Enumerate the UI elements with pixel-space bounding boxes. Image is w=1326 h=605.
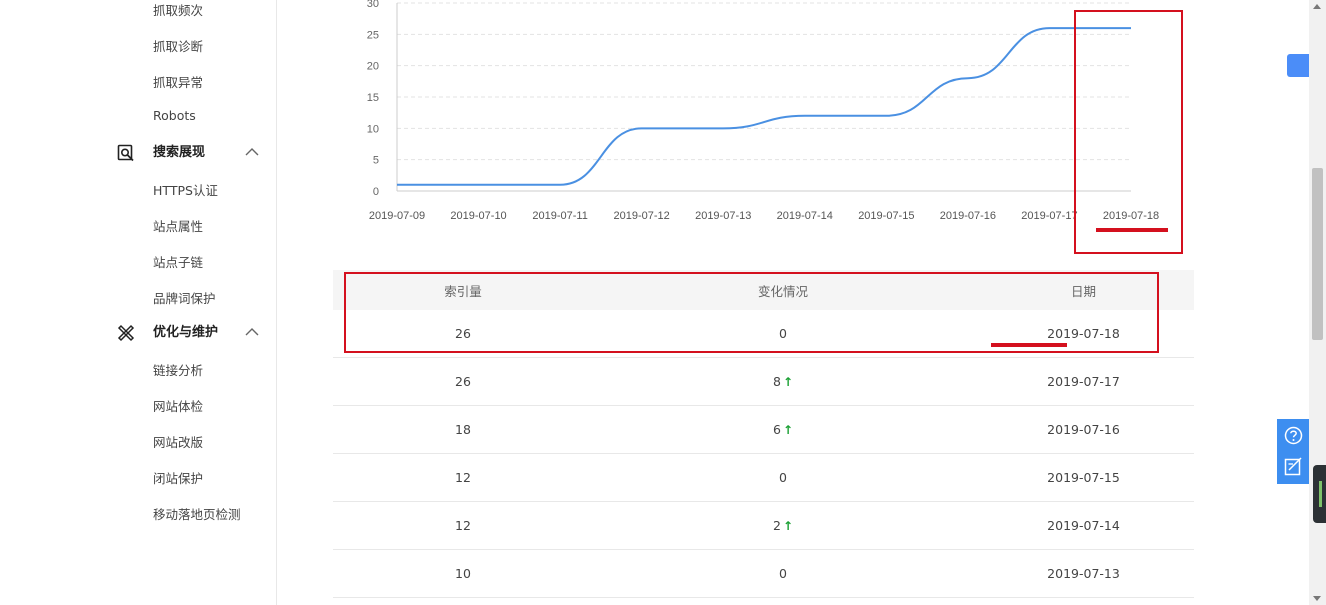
x-tick-label: 2019-07-16 <box>940 210 996 222</box>
cell-change: 2 ↑ <box>772 518 793 533</box>
sidebar-item-robots[interactable]: Robots <box>153 108 196 123</box>
sidebar-group-label: 优化与维护 <box>153 325 219 340</box>
sidebar-item-site-attributes[interactable]: 站点属性 <box>153 216 203 235</box>
sidebar-item-crawl-diagnosis[interactable]: 抓取诊断 <box>153 36 203 55</box>
optimize-tools-icon <box>117 324 135 342</box>
annotation-box-latest-row <box>344 272 1159 353</box>
table-row: 10 0 2019-07-13 <box>333 550 1194 598</box>
table-row: 26 8 ↑ 2019-07-17 <box>333 358 1194 406</box>
cell-date: 2019-07-15 <box>1047 470 1120 485</box>
arrow-up-icon: ↑ <box>782 423 793 437</box>
series-line <box>397 27 1131 186</box>
y-tick-label: 25 <box>367 29 379 41</box>
x-tick-label: 2019-07-09 <box>369 210 425 222</box>
sidebar-item-crawl-frequency[interactable]: 抓取频次 <box>153 0 203 19</box>
annotation-underline-date <box>991 343 1067 347</box>
annotation-box-latest-date <box>1074 10 1183 254</box>
chart-series <box>397 27 1131 186</box>
sidebar-item-crawl-error[interactable]: 抓取异常 <box>153 72 203 91</box>
cell-date: 2019-07-14 <box>1047 518 1120 533</box>
x-tick-label: 2019-07-12 <box>614 210 670 222</box>
sidebar-group-search-display[interactable]: 搜索展现 <box>117 143 262 163</box>
chevron-up-icon[interactable] <box>245 326 259 338</box>
cell-change: 6 ↑ <box>772 422 793 437</box>
x-tick-label: 2019-07-17 <box>1021 210 1077 222</box>
sidebar-group-label: 搜索展现 <box>153 145 206 160</box>
cell-index: 12 <box>455 470 471 485</box>
chevron-up-icon[interactable] <box>245 146 259 158</box>
cell-change: 8 ↑ <box>772 374 793 389</box>
sidebar-item-sitelinks[interactable]: 站点子链 <box>153 252 203 271</box>
help-icon[interactable] <box>1284 426 1303 445</box>
search-display-icon <box>117 144 134 162</box>
sidebar-item-site-checkup[interactable]: 网站体检 <box>153 396 203 415</box>
y-tick-label: 30 <box>367 0 379 10</box>
annotation-underline-chart <box>1096 228 1168 232</box>
cell-change: 0 <box>779 566 787 581</box>
y-tick-label: 15 <box>367 92 379 104</box>
scroll-up-arrow-icon[interactable] <box>1313 4 1321 9</box>
x-tick-label: 2019-07-10 <box>450 210 506 222</box>
arrow-up-icon: ↑ <box>782 375 793 389</box>
index-volume-chart: 051015202530 2019-07-09 2019-07-10 2019-07… <box>367 0 1159 222</box>
cell-index: 10 <box>455 566 471 581</box>
y-axis-ticks: 0 5 10 15 20 25 30 <box>367 0 379 198</box>
table-row: 12 2 ↑ 2019-07-14 <box>333 502 1194 550</box>
sidebar-item-https[interactable]: HTTPS认证 <box>153 180 218 199</box>
sidebar-item-link-analysis[interactable]: 链接分析 <box>153 360 203 379</box>
feedback-icon[interactable] <box>1284 457 1303 476</box>
arrow-up-icon: ↑ <box>782 519 793 533</box>
y-tick-label: 5 <box>373 155 379 167</box>
cell-index: 12 <box>455 518 471 533</box>
side-gadget[interactable] <box>1313 465 1326 523</box>
scroll-down-arrow-icon[interactable] <box>1313 596 1321 601</box>
cell-date: 2019-07-13 <box>1047 566 1120 581</box>
sidebar-item-brand-protection[interactable]: 品牌词保护 <box>153 288 216 307</box>
sidebar-group-optimize[interactable]: 优化与维护 <box>117 323 262 343</box>
table-row: 18 6 ↑ 2019-07-16 <box>333 406 1194 454</box>
cell-date: 2019-07-17 <box>1047 374 1120 389</box>
x-tick-label: 2019-07-14 <box>777 210 833 222</box>
cell-date: 2019-07-16 <box>1047 422 1120 437</box>
y-tick-label: 10 <box>367 123 379 135</box>
scrollbar-thumb[interactable] <box>1312 168 1323 340</box>
y-tick-label: 20 <box>367 61 379 73</box>
x-tick-label: 2019-07-11 <box>532 210 587 222</box>
sidebar-item-mobile-landing-check[interactable]: 移动落地页检测 <box>153 504 241 523</box>
x-axis-ticks: 2019-07-09 2019-07-10 2019-07-11 2019-07-12… <box>369 210 1159 222</box>
x-tick-label: 2019-07-15 <box>858 210 914 222</box>
y-tick-label: 0 <box>373 186 379 198</box>
cell-change: 0 <box>779 470 787 485</box>
table-row: 12 0 2019-07-15 <box>333 454 1194 502</box>
cell-index: 18 <box>455 422 471 437</box>
sidebar: 抓取频次 抓取诊断 抓取异常 Robots 搜索展现 HTTPS认证 站点属性 … <box>0 0 277 605</box>
float-tab-button[interactable] <box>1287 54 1309 77</box>
sidebar-item-site-closure[interactable]: 闭站保护 <box>153 468 203 487</box>
cell-index: 26 <box>455 374 471 389</box>
table-body: 26 0 2019-07-18 26 8 ↑ 2019-07-17 18 6 ↑ 2019-07-1… <box>333 310 1194 598</box>
chart-grid <box>396 2 1131 192</box>
float-toolbar <box>1277 419 1309 484</box>
x-tick-label: 2019-07-13 <box>695 210 751 222</box>
sidebar-item-site-revision[interactable]: 网站改版 <box>153 432 203 451</box>
